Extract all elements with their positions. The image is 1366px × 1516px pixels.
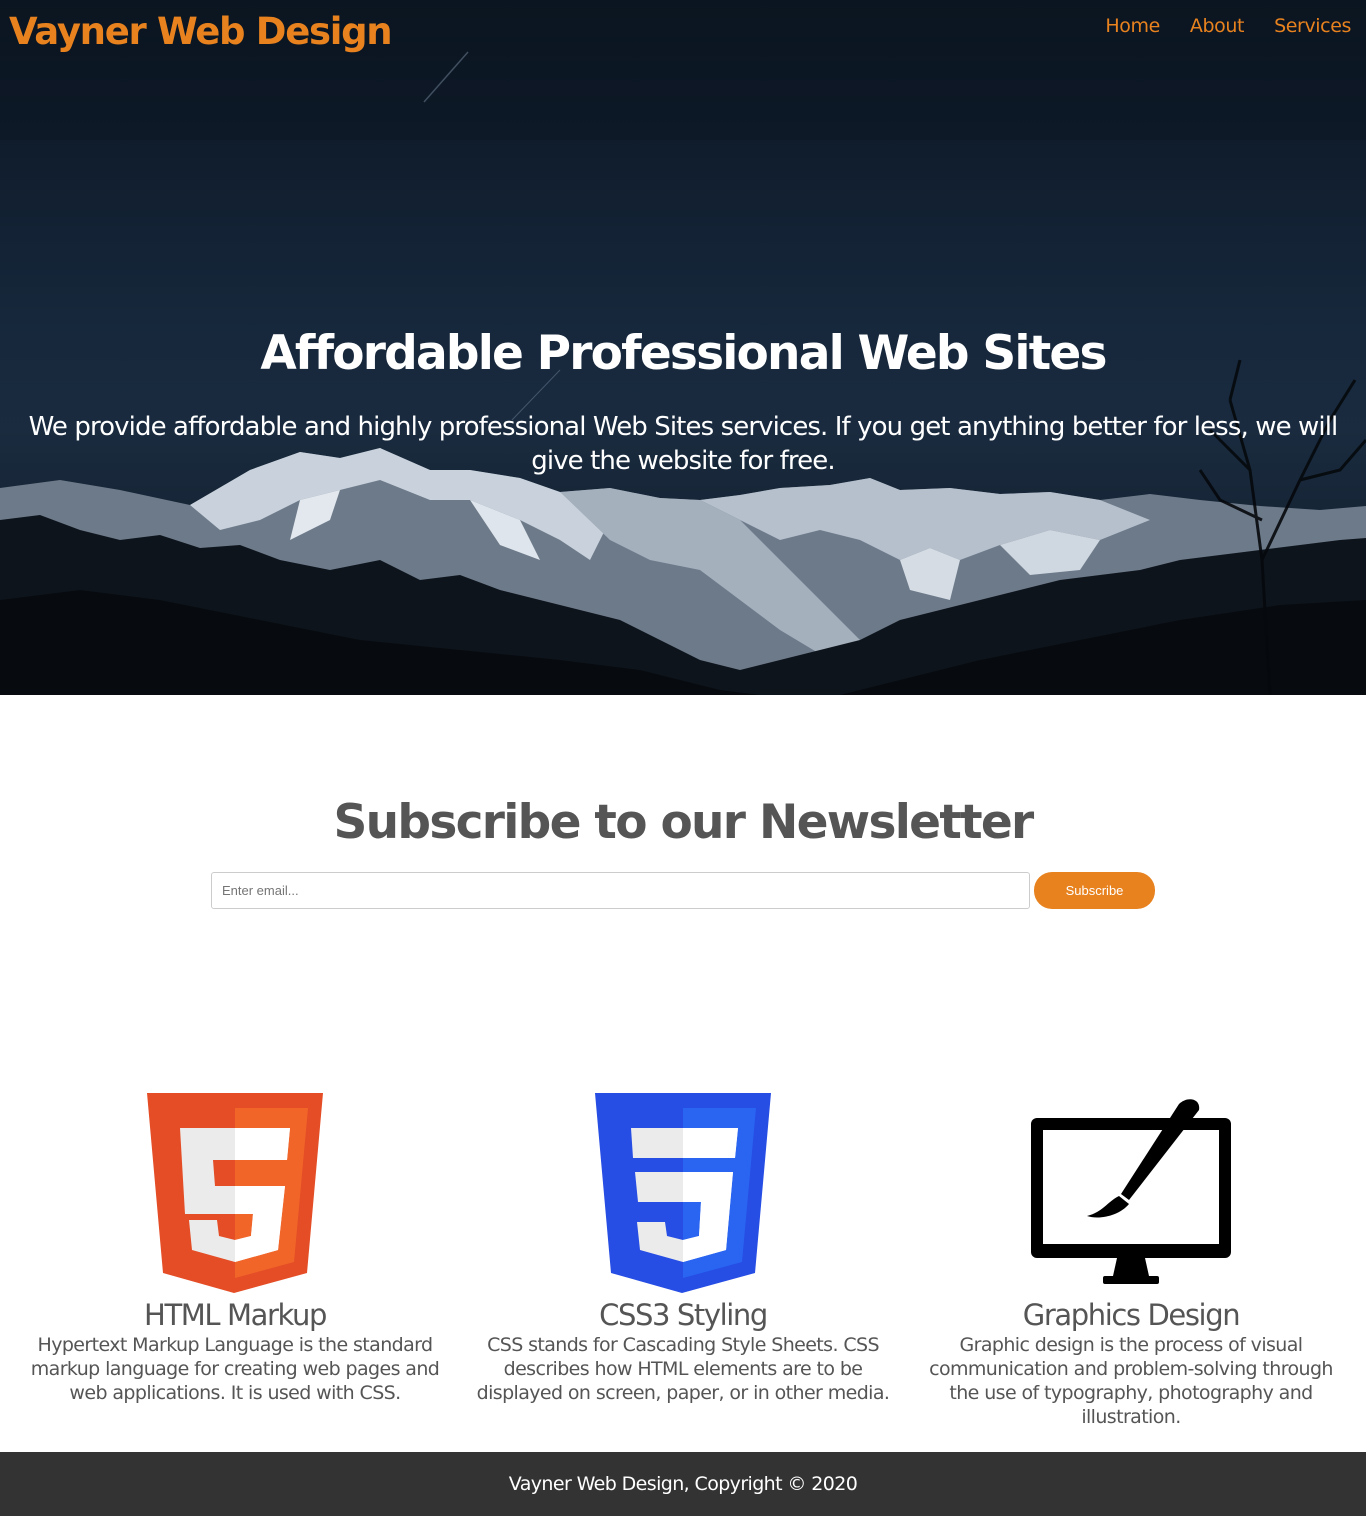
- hero-description: We provide affordable and highly profess…: [28, 412, 1339, 476]
- feature-css: CSS3 Styling CSS stands for Cascading St…: [473, 1090, 893, 1404]
- monitor-brush-icon: [1031, 1099, 1231, 1284]
- feature-description: Hypertext Markup Language is the standar…: [30, 1334, 440, 1404]
- css3-logo-icon: [595, 1093, 771, 1293]
- newsletter-title: Subscribe to our Newsletter: [333, 795, 1034, 850]
- html5-logo-icon: [147, 1093, 323, 1293]
- feature-html: HTML Markup Hypertext Markup Language is…: [25, 1090, 445, 1404]
- feature-title: HTML Markup: [144, 1298, 327, 1332]
- copyright-text: Vayner Web Design, Copyright © 2020: [508, 1473, 858, 1495]
- feature-description: CSS stands for Cascading Style Sheets. C…: [476, 1334, 890, 1404]
- nav-services-link[interactable]: Services: [1274, 15, 1351, 37]
- nav-about-link[interactable]: About: [1190, 15, 1245, 37]
- feature-graphics: Graphics Design Graphic design is the pr…: [921, 1090, 1341, 1428]
- nav-home-link[interactable]: Home: [1105, 15, 1160, 37]
- email-input[interactable]: [211, 872, 1030, 909]
- hero-title: Affordable Professional Web Sites: [260, 326, 1107, 381]
- brand-logo[interactable]: Vayner Web Design: [9, 10, 393, 53]
- feature-title: CSS3 Styling: [599, 1298, 768, 1332]
- main-nav: Home About Services: [1105, 15, 1351, 37]
- feature-description: Graphic design is the process of visual …: [929, 1334, 1333, 1428]
- footer: Vayner Web Design, Copyright © 2020: [0, 1452, 1366, 1516]
- hero-section: Vayner Web Design Home About Services Af…: [0, 0, 1366, 695]
- subscribe-button[interactable]: Subscribe: [1034, 872, 1155, 909]
- feature-title: Graphics Design: [1022, 1298, 1241, 1332]
